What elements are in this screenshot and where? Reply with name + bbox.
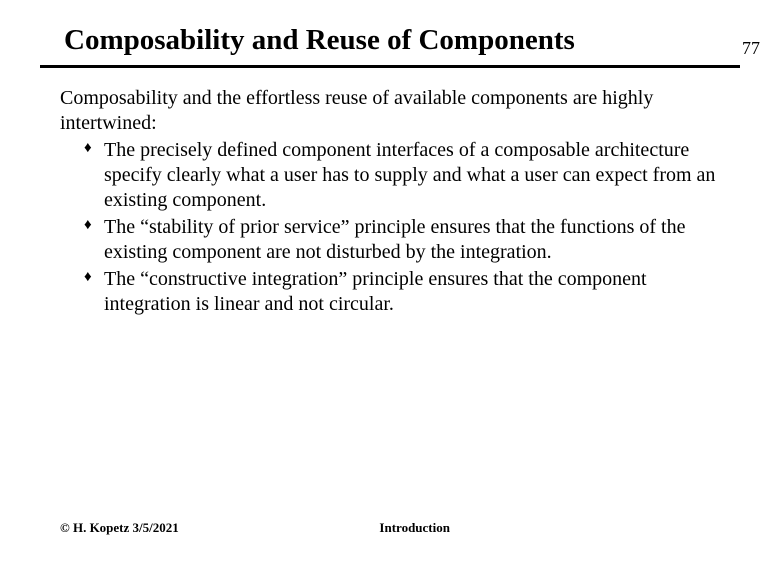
title-underline (40, 65, 740, 68)
title-block: Composability and Reuse of Components (40, 24, 740, 68)
body-content: Composability and the effortless reuse o… (60, 86, 720, 317)
footer-copyright: © H. Kopetz 3/5/2021 (60, 520, 179, 536)
list-item: The “stability of prior service” princip… (84, 215, 720, 265)
slide-title: Composability and Reuse of Components (40, 24, 740, 65)
list-item: The precisely defined component interfac… (84, 138, 720, 213)
bullet-list: The precisely defined component interfac… (60, 138, 720, 317)
list-item: The “constructive integration” principle… (84, 267, 720, 317)
page-number: 77 (742, 38, 760, 59)
intro-text: Composability and the effortless reuse o… (60, 86, 720, 136)
footer-section: Introduction (379, 520, 450, 536)
footer: © H. Kopetz 3/5/2021 Introduction (0, 520, 780, 536)
